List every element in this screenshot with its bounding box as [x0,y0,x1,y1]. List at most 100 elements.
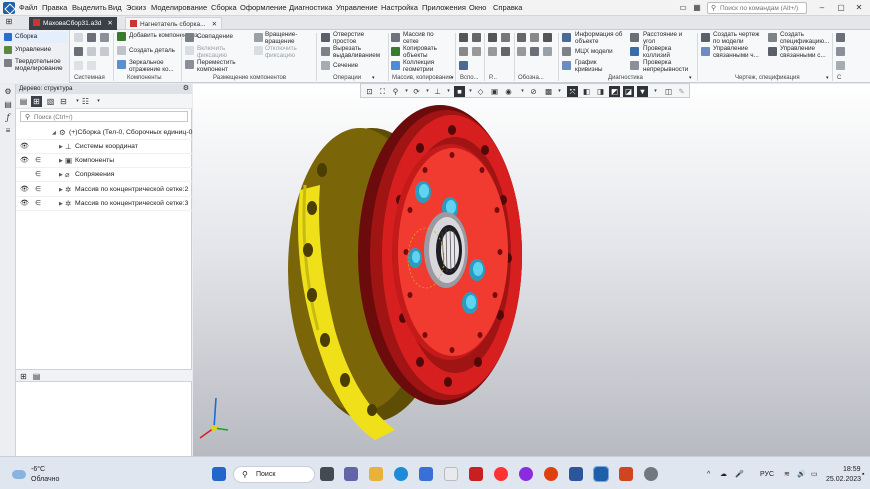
normal-to-icon[interactable]: ⊥ [432,86,443,97]
surface-icon[interactable] [472,47,481,56]
drawing-expand-icon[interactable]: ▾ [826,75,829,82]
pencil-icon[interactable]: ✎ [676,86,687,97]
minimize-button[interactable]: – [815,2,829,14]
point-icon[interactable] [459,61,468,70]
transparency-icon[interactable]: ◨ [595,86,606,97]
zoom-fit-icon[interactable]: ⊡ [364,86,375,97]
diagnostics-expand-icon[interactable]: ▾ [689,75,692,82]
new-file-icon[interactable] [74,33,83,42]
tree-row-components[interactable]: 👁 ∈ ▶ ▣ Компоненты [16,154,192,168]
text-icon[interactable] [543,47,552,56]
menu-edit[interactable]: Правка [42,3,67,12]
expand-arrow-icon[interactable]: ▶ [59,168,63,182]
angle-icon[interactable] [488,47,497,56]
store-icon[interactable] [419,467,433,481]
properties-panel-icon[interactable]: ▤ [31,371,42,382]
highlight-icon[interactable]: ◩ [609,86,620,97]
grid-array-button[interactable]: Массив по сетке [403,31,443,45]
mode-solid-modeling[interactable]: Твердотельное моделирование [2,58,68,74]
mark-icon[interactable] [530,47,539,56]
doc-tab-maxova[interactable]: МаховаСбор31.a3d ✕ [29,17,117,30]
zoom-window-icon[interactable]: ⛶ [377,86,388,97]
close-tab-icon[interactable]: ✕ [107,20,112,27]
file-explorer-icon[interactable] [369,467,383,481]
tree-row-mates[interactable]: ∈ ▶ ⌀ Сопряжения [16,168,192,182]
hide-icon[interactable]: ◉ [503,86,514,97]
expand-arrow-icon[interactable]: ▶ [59,140,63,154]
menu-select[interactable]: Выделить [72,3,107,12]
weather-desc[interactable]: Облачно [31,476,59,483]
list-view-icon[interactable]: ☷ [80,96,91,107]
doc-tab-nagnetatel[interactable]: Нагнетатель сборка... ✕ [125,17,223,30]
disable-fix-button[interactable]: Отключить фиксацию [265,45,311,59]
input-language[interactable]: РУС [760,471,774,478]
perspective-icon[interactable]: ◇ [475,86,486,97]
task-view-icon[interactable] [320,467,334,481]
continuity-check-button[interactable]: Проверка непрерывности [643,59,695,73]
command-search[interactable]: ⚲ [707,2,807,14]
menu-manage[interactable]: Управление [336,3,378,12]
panel-settings-icon[interactable]: ⚙ [183,84,189,92]
menu-settings[interactable]: Настройка [381,3,418,12]
expand-arrow-icon[interactable]: ▶ [59,197,63,211]
menu-applications[interactable]: Приложения [422,3,466,12]
visibility-eye-icon[interactable]: 👁 [20,140,29,154]
operations-expand-icon[interactable]: ▾ [372,75,375,82]
close-tab-icon[interactable]: ✕ [212,21,217,28]
visibility-eye-icon[interactable]: 👁 [20,154,29,168]
distance-angle-button[interactable]: Расстояние и угол [643,31,693,45]
clock-date[interactable]: 25.02.2023 [826,476,861,483]
component-view-icon[interactable]: ◧ [581,86,592,97]
yandex-icon[interactable] [494,467,508,481]
visibility-eye-icon[interactable]: 👁 [20,197,29,211]
object-info-button[interactable]: Информация об объекте [575,31,623,45]
curvature-graph-button[interactable]: График кривизны [575,59,615,73]
cloud-icon[interactable] [12,470,26,479]
yandex-browser-icon[interactable] [469,467,483,481]
tray-overflow-icon[interactable]: ^ [707,471,710,478]
print-icon[interactable] [74,47,83,56]
create-drawing-button[interactable]: Создать чертеж по модели [713,31,765,45]
tree-row-array-3[interactable]: 👁 ∈ ▶ ✲ Массив по концентрической сетке:… [16,197,192,211]
base-icon[interactable] [517,47,526,56]
word-icon[interactable] [569,467,583,481]
line-icon[interactable] [472,33,481,42]
tree-search-input[interactable] [34,113,184,121]
mode-assembly[interactable]: Сборка [2,32,68,43]
menu-diagnostics[interactable]: Диагностика [289,3,332,12]
create-spec-button[interactable]: Создать спецификацию... [780,31,830,45]
filter-tree-icon[interactable]: ⊟ [58,96,69,107]
save-icon[interactable] [100,33,109,42]
geometry-collection-button[interactable]: Коллекция геометрии [403,59,443,73]
filter-icon[interactable]: ▼ [637,86,648,97]
extra-tool-icon[interactable] [836,47,845,56]
snap-icon[interactable]: ⤧ [567,86,578,97]
visibility-icon[interactable]: ⊘ [528,86,539,97]
tree-row-assembly[interactable]: ◢ ⚙ (+)Сборка (Тел-0, Сборочных единиц-0 [16,126,192,140]
components-view-icon[interactable]: ▧ [45,96,56,107]
clock-time[interactable]: 18:59 [843,466,861,473]
copy-objects-button[interactable]: Копировать объекты [403,45,443,59]
tree-view-icon[interactable]: ⊞ [18,371,29,382]
taskbar-search[interactable]: ⚲ Поиск [233,466,315,483]
menu-file[interactable]: Файл [19,3,37,12]
manage-linked-drawings-button[interactable]: Управление связанными ч... [713,45,765,59]
menu-help[interactable]: Справка [493,3,522,12]
weather-temp[interactable]: -6°C [31,466,45,473]
undo-icon[interactable] [74,61,83,70]
tolerance-icon[interactable] [543,33,552,42]
mirror-component-button[interactable]: Зеркальное отражение ко... [129,59,181,73]
extra-tool-icon[interactable] [836,33,845,42]
edge-icon[interactable] [394,467,408,481]
collision-check-button[interactable]: Проверка коллизий [643,45,693,59]
expand-arrow-icon[interactable]: ◢ [52,126,56,140]
menu-sketch[interactable]: Эскиз [126,3,146,12]
mass-props-button[interactable]: МЦХ модели [575,48,613,55]
clipboard-icon[interactable] [100,47,109,56]
manage-linked-specs-button[interactable]: Управление связанными с... [780,45,832,59]
menu-view[interactable]: Вид [108,3,122,12]
cloud-sync-icon[interactable]: ☁ [720,470,727,478]
opera-icon[interactable] [544,467,558,481]
orientation-icon[interactable]: ⟳ [411,86,422,97]
tree-view-icon[interactable]: ▤ [18,96,29,107]
